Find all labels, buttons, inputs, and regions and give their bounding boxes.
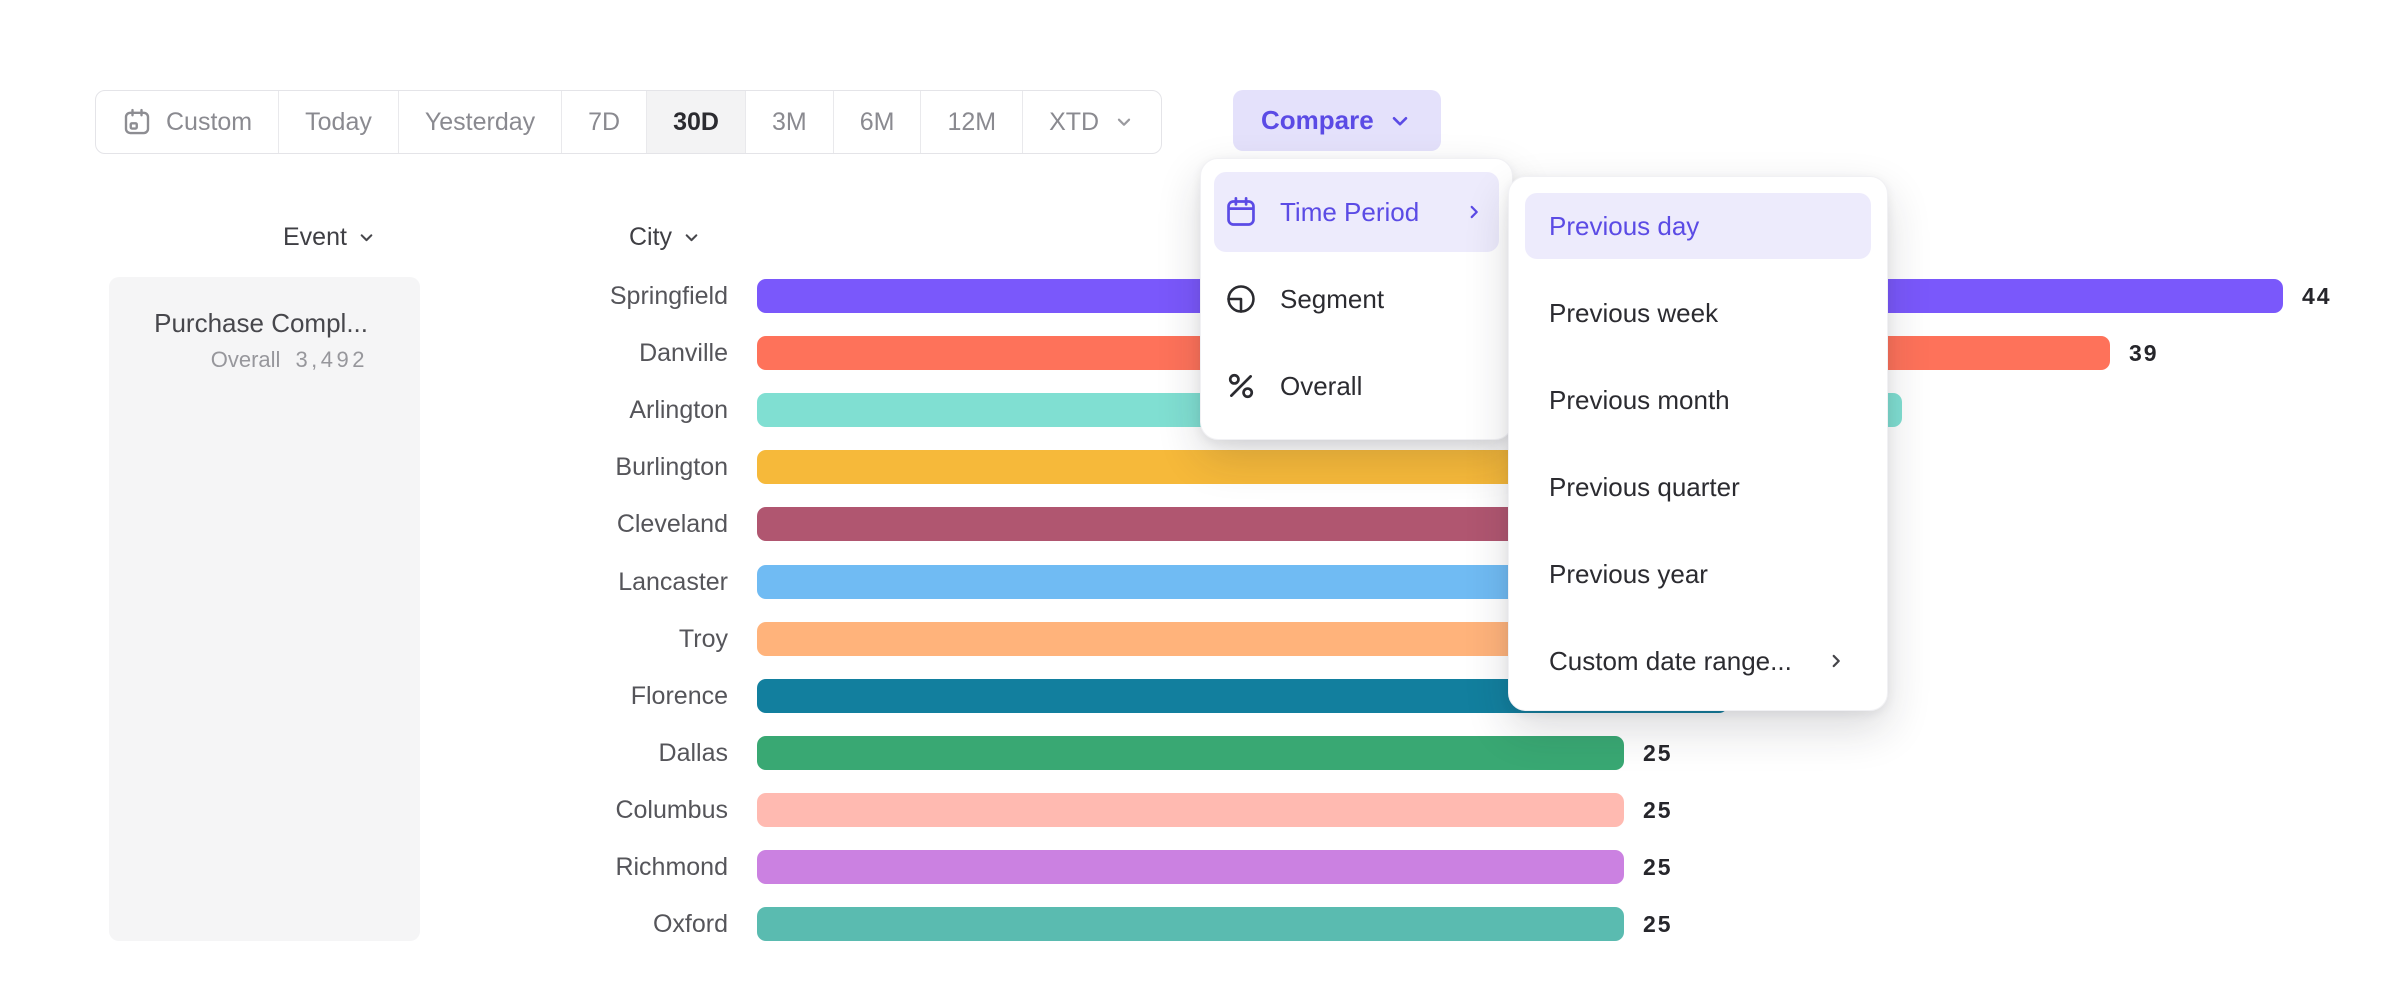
- bar-category-label: Springfield: [330, 282, 728, 311]
- menu-item-label: Segment: [1280, 284, 1384, 315]
- bar-category-label: Burlington: [330, 453, 728, 482]
- menu-item-label: Custom date range...: [1549, 646, 1792, 677]
- bar-dallas[interactable]: [757, 736, 1624, 770]
- bar-columbus[interactable]: [757, 793, 1624, 827]
- bar-category-label: Lancaster: [330, 568, 728, 597]
- menu-item-custom-date-range[interactable]: Custom date range...: [1525, 628, 1871, 694]
- bar-category-label: Richmond: [330, 853, 728, 882]
- bar-category-label: Troy: [330, 625, 728, 654]
- percent-icon: [1224, 369, 1258, 403]
- segment-icon: [1224, 282, 1258, 316]
- bar-row-oxford: Oxford 25: [330, 907, 1673, 941]
- bar-oxford[interactable]: [757, 907, 1624, 941]
- bar-row-dallas: Dallas 25: [330, 736, 1673, 770]
- menu-item-label: Time Period: [1280, 197, 1419, 228]
- menu-item-label: Previous year: [1549, 559, 1708, 590]
- bar-value-label: 25: [1643, 797, 1673, 824]
- menu-item-label: Previous quarter: [1549, 472, 1740, 503]
- bar-value-label: 25: [1643, 740, 1673, 767]
- analytics-report-canvas: Custom Today Yesterday 7D 30D 3M 6M 12M: [0, 0, 2394, 1004]
- menu-item-label: Previous week: [1549, 298, 1718, 329]
- bar-row-richmond: Richmond 25: [330, 850, 1673, 884]
- bar-row-columbus: Columbus 25: [330, 793, 1673, 827]
- calendar-icon: [1224, 195, 1258, 229]
- bar-value-label: 39: [2129, 340, 2159, 367]
- menu-item-time-period[interactable]: Time Period: [1214, 172, 1499, 252]
- compare-dropdown-menu: Time Period Segment Overall: [1200, 158, 1513, 440]
- bar-value-label: 25: [1643, 854, 1673, 881]
- time-period-submenu: Previous day Previous week Previous mont…: [1508, 176, 1888, 711]
- menu-item-segment[interactable]: Segment: [1214, 259, 1499, 339]
- menu-item-previous-week[interactable]: Previous week: [1525, 280, 1871, 346]
- bar-value-label: 44: [2302, 283, 2332, 310]
- bar-category-label: Columbus: [330, 796, 728, 825]
- menu-item-previous-year[interactable]: Previous year: [1525, 541, 1871, 607]
- chevron-right-icon: [1825, 650, 1847, 672]
- menu-item-overall[interactable]: Overall: [1214, 346, 1499, 426]
- menu-item-label: Previous month: [1549, 385, 1730, 416]
- chevron-right-icon: [1463, 201, 1485, 223]
- bar-value-label: 25: [1643, 911, 1673, 938]
- menu-item-label: Previous day: [1549, 211, 1699, 242]
- bar-category-label: Oxford: [330, 910, 728, 939]
- bar-category-label: Florence: [330, 682, 728, 711]
- menu-item-previous-day[interactable]: Previous day: [1525, 193, 1871, 259]
- bar-category-label: Dallas: [330, 739, 728, 768]
- bar-richmond[interactable]: [757, 850, 1624, 884]
- bar-category-label: Arlington: [330, 396, 728, 425]
- menu-item-previous-month[interactable]: Previous month: [1525, 367, 1871, 433]
- menu-item-previous-quarter[interactable]: Previous quarter: [1525, 454, 1871, 520]
- bar-category-label: Danville: [330, 339, 728, 368]
- menu-item-label: Overall: [1280, 371, 1362, 402]
- bar-chart: Springfield 44 Danville 39 Arlington Bur…: [0, 0, 2394, 1004]
- bar-category-label: Cleveland: [330, 510, 728, 539]
